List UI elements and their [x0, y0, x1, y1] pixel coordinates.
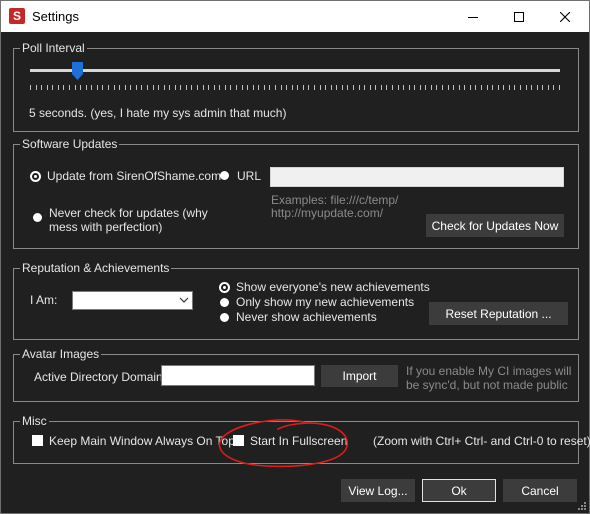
poll-interval-legend: Poll Interval	[20, 41, 87, 55]
poll-interval-slider-track[interactable]	[30, 69, 560, 72]
reset-reputation-button[interactable]: Reset Reputation ...	[429, 302, 568, 325]
window-title: Settings	[32, 9, 79, 24]
poll-interval-ticks	[30, 85, 560, 90]
maximize-button[interactable]	[496, 1, 542, 32]
misc-legend: Misc	[20, 414, 49, 428]
i-am-dropdown[interactable]	[72, 291, 193, 310]
minimize-icon	[468, 16, 478, 18]
poll-interval-description: 5 seconds. (yes, I hate my sys admin tha…	[29, 106, 287, 120]
minimize-button[interactable]	[450, 1, 496, 32]
only-mine-label[interactable]: Only show my new achievements	[236, 295, 414, 309]
never-show-label[interactable]: Never show achievements	[236, 310, 377, 324]
only-mine-radio[interactable]	[220, 298, 229, 307]
update-siren-label[interactable]: Update from SirenOfShame.com	[47, 169, 221, 183]
title-bar[interactable]: S Settings	[1, 1, 589, 32]
import-button[interactable]: Import	[321, 365, 398, 387]
never-check-label[interactable]: Never check for updates (why mess with p…	[49, 206, 209, 234]
avatar-images-legend: Avatar Images	[20, 347, 102, 361]
ad-domain-input[interactable]	[161, 365, 315, 386]
software-updates-legend: Software Updates	[20, 137, 120, 151]
update-url-label[interactable]: URL	[237, 169, 261, 183]
zoom-note: (Zoom with Ctrl+ Ctrl- and Ctrl-0 to res…	[373, 434, 590, 448]
annotation-circle	[218, 419, 348, 468]
update-siren-radio[interactable]	[30, 171, 41, 182]
update-url-radio[interactable]	[220, 171, 229, 180]
never-check-radio[interactable]	[33, 213, 42, 222]
resize-grip-icon[interactable]	[577, 501, 587, 511]
url-examples-line1: Examples: file:///c/temp/	[271, 193, 399, 207]
maximize-icon	[514, 11, 524, 22]
ad-domain-label: Active Directory Domain:	[34, 370, 167, 384]
chevron-down-icon	[179, 297, 189, 303]
view-log-button[interactable]: View Log...	[341, 479, 415, 502]
poll-interval-slider-thumb[interactable]	[72, 62, 83, 80]
ok-button[interactable]: Ok	[422, 479, 496, 502]
keep-on-top-label[interactable]: Keep Main Window Always On Top	[49, 434, 235, 448]
never-show-radio[interactable]	[220, 313, 229, 322]
close-button[interactable]	[542, 1, 588, 32]
reputation-legend: Reputation & Achievements	[20, 261, 172, 275]
keep-on-top-checkbox[interactable]	[32, 435, 43, 446]
show-everyone-label[interactable]: Show everyone's new achievements	[236, 280, 430, 294]
update-url-input[interactable]	[270, 167, 564, 187]
app-logo-icon: S	[9, 8, 25, 24]
close-icon	[560, 11, 570, 22]
check-for-updates-button[interactable]: Check for Updates Now	[426, 214, 564, 237]
show-everyone-radio[interactable]	[219, 282, 230, 293]
i-am-label: I Am:	[30, 293, 58, 307]
cancel-button[interactable]: Cancel	[503, 479, 577, 502]
url-examples-line2: http://myupdate.com/	[271, 206, 384, 220]
avatar-note: If you enable My CI images will be sync'…	[406, 364, 572, 392]
settings-window: S Settings Poll Interval 5 seconds. (yes…	[0, 0, 590, 514]
